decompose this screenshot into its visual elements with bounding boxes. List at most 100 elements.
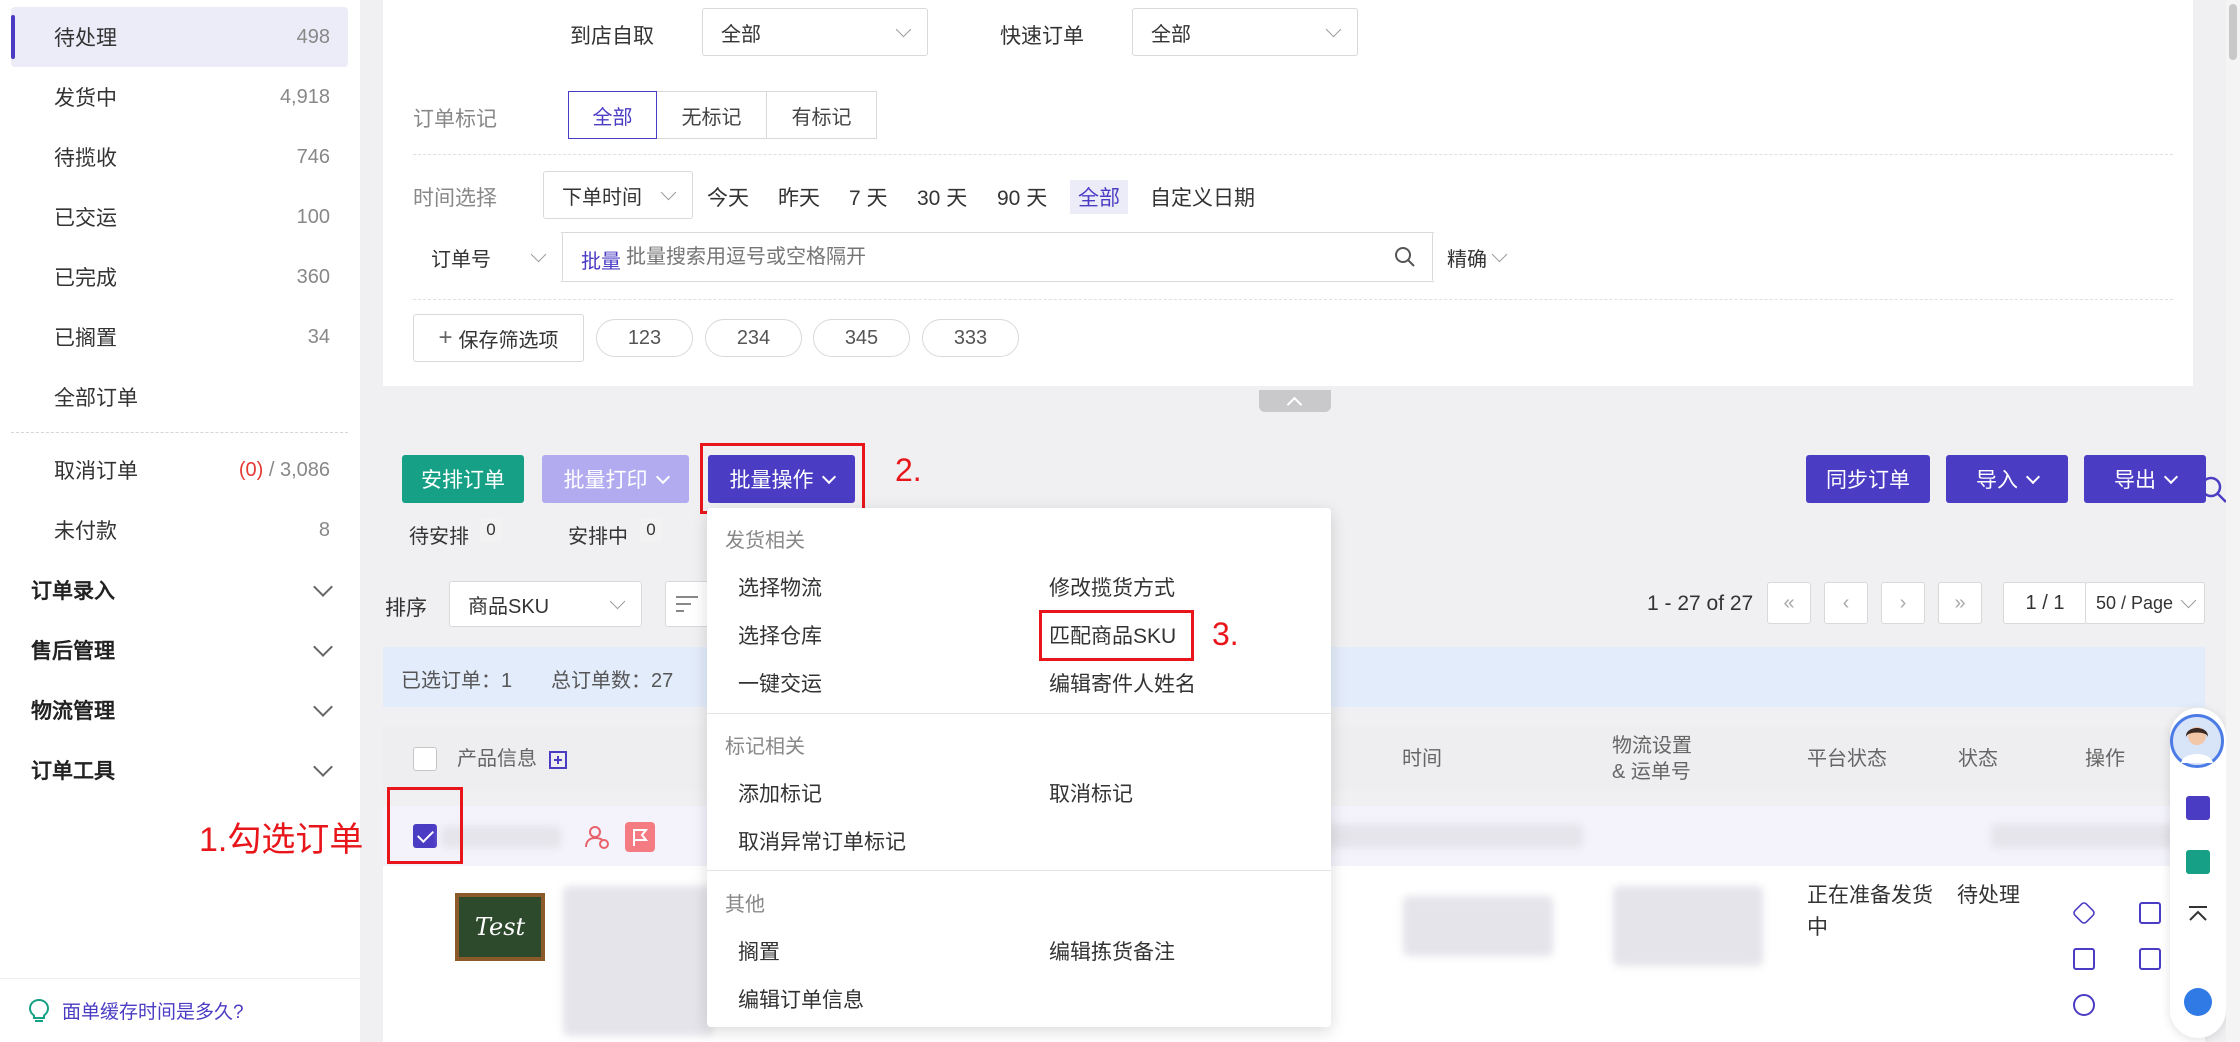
lightbulb-icon xyxy=(28,998,50,1022)
next-page-button[interactable]: › xyxy=(1881,582,1925,624)
sidebar-group-order-entry[interactable]: 订单录入 xyxy=(11,560,348,620)
time-option-30d[interactable]: 30 天 xyxy=(909,180,975,214)
time-option-all[interactable]: 全部 xyxy=(1070,180,1128,214)
menu-item-hold[interactable]: 搁置 xyxy=(738,936,780,966)
search-icon[interactable] xyxy=(1394,246,1416,268)
sort-select[interactable]: 商品SKU xyxy=(449,581,642,627)
chat-bot-icon[interactable] xyxy=(2184,988,2212,1016)
expand-plus-icon[interactable] xyxy=(549,751,567,769)
notes-icon[interactable] xyxy=(2139,948,2161,970)
time-option-custom[interactable]: 自定义日期 xyxy=(1142,180,1263,214)
time-option-yesterday[interactable]: 昨天 xyxy=(770,180,828,214)
import-button[interactable]: 导入 xyxy=(1946,455,2068,503)
export-button[interactable]: 导出 xyxy=(2084,455,2206,503)
pickup-select-value: 全部 xyxy=(721,23,761,46)
divider xyxy=(413,299,2173,300)
sidebar-item-label: 发货中 xyxy=(54,87,117,110)
last-page-button[interactable]: » xyxy=(1938,582,1982,624)
sidebar-item-unpaid[interactable]: 未付款 8 xyxy=(11,500,348,560)
saved-filter-tag[interactable]: 234 xyxy=(705,319,802,357)
menu-item-select-warehouse[interactable]: 选择仓库 xyxy=(738,620,822,650)
time-option-7d[interactable]: 7 天 xyxy=(841,180,896,214)
search-input[interactable] xyxy=(626,241,1106,273)
mark-option-none[interactable]: 无标记 xyxy=(656,91,767,139)
scroll-top-icon[interactable] xyxy=(2186,904,2210,928)
sidebar-item-count: 8 xyxy=(318,518,330,541)
sidebar-item-count: 360 xyxy=(296,265,330,288)
sidebar-item-count: (0) / 3,086 xyxy=(238,458,330,481)
prev-page-button[interactable]: ‹ xyxy=(1824,582,1868,624)
flag-icon[interactable] xyxy=(625,822,655,852)
sync-orders-button[interactable]: 同步订单 xyxy=(1806,455,1930,503)
package-icon[interactable] xyxy=(2071,900,2097,926)
collapse-filters-toggle[interactable] xyxy=(1259,390,1331,412)
sort-order-button[interactable] xyxy=(665,581,709,627)
search-field-select[interactable]: 订单号 xyxy=(413,232,563,282)
page-input[interactable]: 1 / 1 xyxy=(2003,582,2087,624)
sidebar-item-count: 34 xyxy=(307,325,330,348)
select-all-checkbox[interactable] xyxy=(413,747,437,771)
avatar[interactable] xyxy=(2170,714,2224,768)
menu-item-edit-sender-name[interactable]: 编辑寄件人姓名 xyxy=(1049,668,1196,698)
saved-filter-tag[interactable]: 345 xyxy=(813,319,910,357)
sidebar-item-pending[interactable]: 待处理 498 xyxy=(11,7,348,67)
sidebar-item-count: 100 xyxy=(296,205,330,228)
arrange-order-button[interactable]: 安排订单 xyxy=(402,455,524,503)
sidebar-item-awaiting-pickup[interactable]: 待揽收 746 xyxy=(11,127,348,187)
list-edit-icon[interactable] xyxy=(2073,948,2095,970)
sidebar-item-on-hold[interactable]: 已搁置 34 xyxy=(11,307,348,367)
mark-option-marked[interactable]: 有标记 xyxy=(766,91,877,139)
refresh-icon[interactable] xyxy=(2073,994,2095,1016)
sidebar-group-logistics[interactable]: 物流管理 xyxy=(11,680,348,740)
scrollbar-thumb[interactable] xyxy=(2229,4,2237,60)
menu-item-change-pickup[interactable]: 修改揽货方式 xyxy=(1049,572,1175,602)
buyer-icon[interactable] xyxy=(584,824,610,850)
mark-option-all[interactable]: 全部 xyxy=(568,91,657,139)
to-arrange-label[interactable]: 待安排 xyxy=(409,520,469,549)
save-filter-button[interactable]: + 保存筛选项 xyxy=(413,314,584,362)
batch-search-toggle[interactable]: 批量 xyxy=(581,245,621,274)
sidebar-item-shipping[interactable]: 发货中 4,918 xyxy=(11,67,348,127)
scrollbar[interactable] xyxy=(2226,0,2240,1042)
book-icon[interactable] xyxy=(2186,850,2210,874)
message-icon[interactable] xyxy=(2186,796,2210,820)
menu-item-add-mark[interactable]: 添加标记 xyxy=(738,778,822,808)
match-mode-value: 精确 xyxy=(1447,248,1487,271)
annotation-step2: 2. xyxy=(895,452,922,488)
menu-item-edit-order-info[interactable]: 编辑订单信息 xyxy=(738,984,864,1014)
match-mode-select[interactable]: 精确 xyxy=(1432,232,1519,282)
document-icon[interactable] xyxy=(2139,902,2161,924)
menu-divider xyxy=(707,870,1331,871)
menu-item-edit-picking-note[interactable]: 编辑拣货备注 xyxy=(1049,936,1175,966)
saved-filter-tag[interactable]: 123 xyxy=(596,319,693,357)
pickup-select[interactable]: 全部 xyxy=(702,8,928,56)
menu-item-remove-mark[interactable]: 取消标记 xyxy=(1049,778,1133,808)
sidebar-group-after-sales[interactable]: 售后管理 xyxy=(11,620,348,680)
th-product: 产品信息 xyxy=(457,748,537,770)
sidebar-item-cancelled[interactable]: 取消订单 (0) / 3,086 xyxy=(11,440,348,500)
chevron-down-icon xyxy=(2180,592,2197,608)
time-type-select[interactable]: 下单时间 xyxy=(543,171,693,219)
sidebar-item-all-orders[interactable]: 全部订单 xyxy=(11,367,348,427)
express-select[interactable]: 全部 xyxy=(1132,8,1358,56)
sidebar-group-label: 订单录入 xyxy=(31,580,115,603)
menu-item-remove-exception-mark[interactable]: 取消异常订单标记 xyxy=(738,826,906,856)
help-link-text: 面单缓存时间是多久? xyxy=(62,1002,244,1023)
menu-item-select-logistics[interactable]: 选择物流 xyxy=(738,572,822,602)
time-option-90d[interactable]: 90 天 xyxy=(989,180,1055,214)
batch-print-button[interactable]: 批量打印 xyxy=(542,455,689,503)
arranging-label[interactable]: 安排中 xyxy=(568,520,628,549)
saved-filter-tag[interactable]: 333 xyxy=(922,319,1019,357)
product-thumbnail[interactable]: Test xyxy=(455,893,545,961)
help-link[interactable]: 面单缓存时间是多久? xyxy=(0,978,360,1042)
menu-item-one-click-handover[interactable]: 一键交运 xyxy=(738,668,822,698)
sidebar-item-handed-over[interactable]: 已交运 100 xyxy=(11,187,348,247)
button-label: 同步订单 xyxy=(1826,469,1910,492)
sidebar-group-order-tools[interactable]: 订单工具 xyxy=(11,740,348,800)
first-page-button[interactable]: « xyxy=(1767,582,1811,624)
time-option-today[interactable]: 今天 xyxy=(699,180,757,214)
page-size-select[interactable]: 50 / Page xyxy=(2085,582,2205,624)
sidebar-item-completed[interactable]: 已完成 360 xyxy=(11,247,348,307)
search-icon[interactable] xyxy=(2198,474,2228,504)
sidebar-item-label: 待揽收 xyxy=(54,147,117,170)
